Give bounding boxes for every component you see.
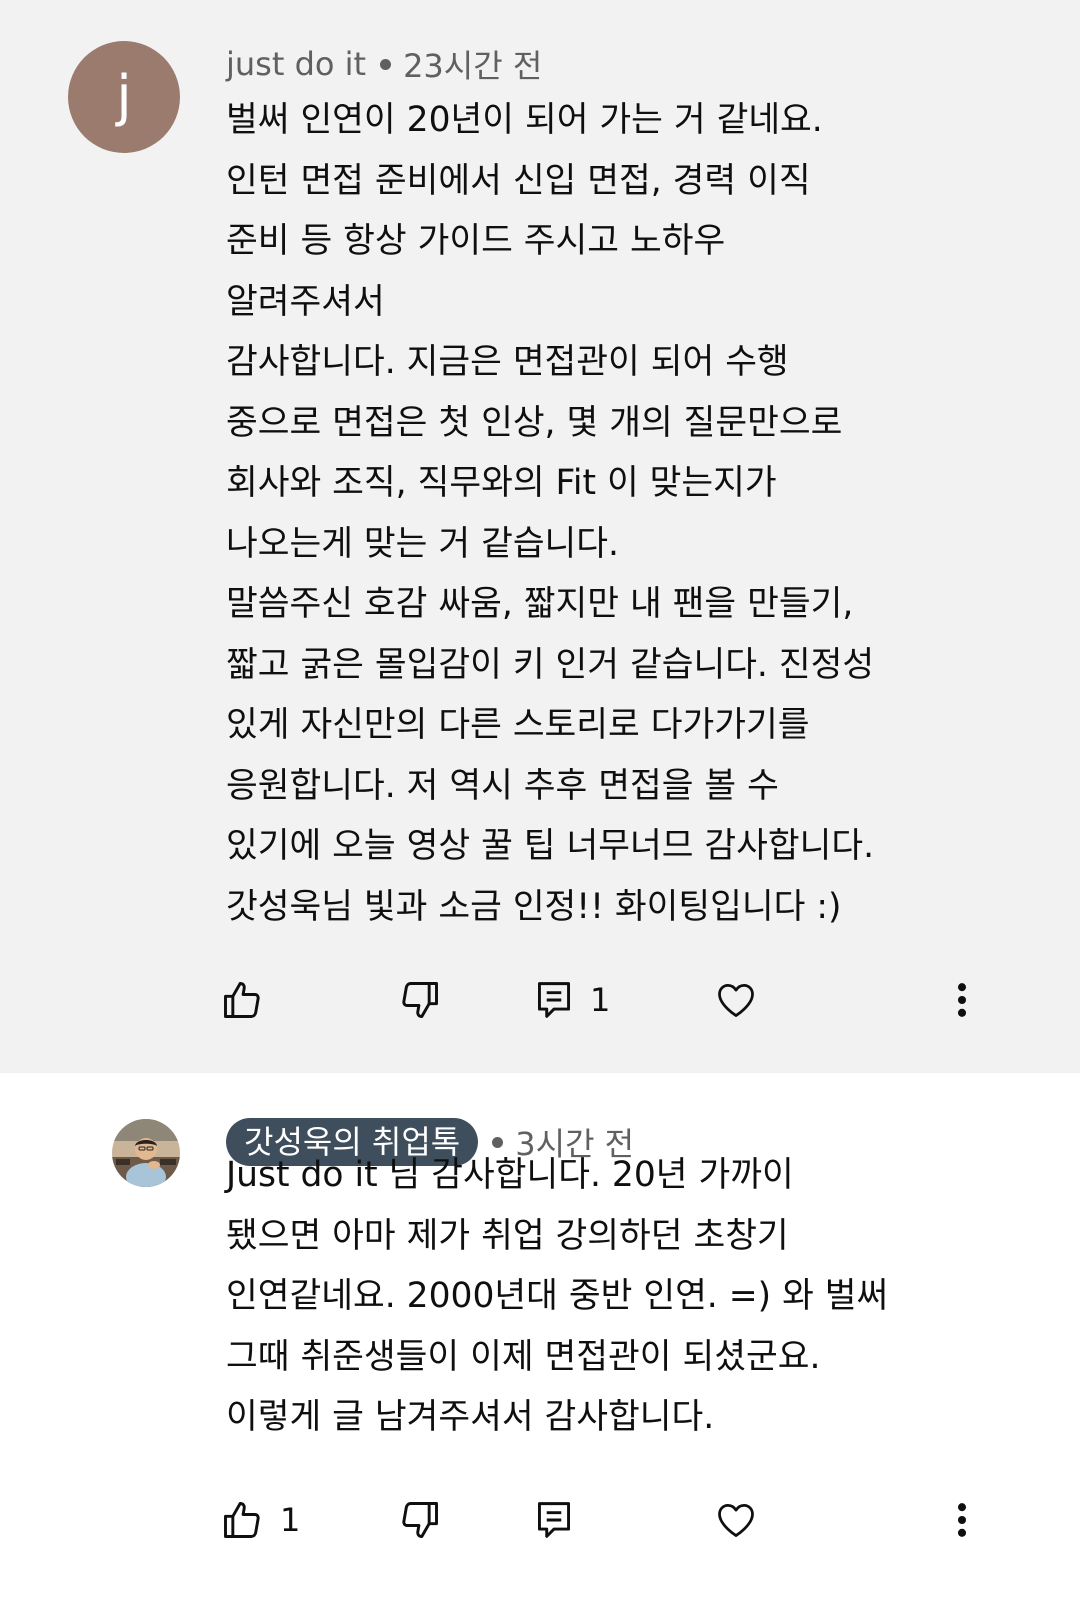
comment-line: 감사합니다. 지금은 면접관이 되어 수행 (226, 342, 789, 382)
like-count: 1 (280, 1501, 301, 1539)
like-button[interactable] (220, 970, 264, 1030)
separator-dot (380, 58, 392, 70)
comment-line: 짧고 굵은 몰입감이 키 인거 같습니다. 진정성 (226, 644, 875, 685)
comment-line: 준비 등 항상 가이드 주시고 노하우 (226, 221, 726, 261)
reply-count: 1 (590, 981, 611, 1019)
comment-actions: 1 (0, 970, 1080, 1030)
comment-text: Just do it 님 감사합니다. 20년 가까이 됐으면 아마 제가 취업… (226, 1145, 996, 1448)
reply-card: 갓성욱의 취업톡 3시간 전 Just do it 님 감사합니다. 20년 가… (0, 1073, 1080, 1607)
thumbs-up-icon (224, 982, 260, 1018)
avatar[interactable] (112, 1119, 180, 1187)
comment-line: 그때 취준생들이 이제 면접관이 되셨군요. (226, 1336, 821, 1377)
more-vertical-icon (957, 983, 967, 1017)
dislike-button[interactable] (398, 1490, 442, 1550)
thumbs-down-icon (402, 982, 438, 1018)
heart-icon (718, 983, 754, 1017)
like-button[interactable]: 1 (220, 1490, 300, 1550)
comment-line: 갓성욱님 빛과 소금 인정!! 화이팅입니다 :) (226, 886, 842, 927)
timestamp[interactable]: 23시간 전 (403, 41, 542, 87)
comment-line: 됐으면 아마 제가 취업 강의하던 초창기 (226, 1215, 789, 1256)
reply-button[interactable] (534, 1490, 574, 1550)
avatar[interactable]: j (68, 41, 180, 153)
comment-line: 중으로 면접은 첫 인상, 몇 개의 질문만으로 (226, 402, 843, 443)
heart-icon (718, 1503, 754, 1537)
thumbs-up-icon (224, 1502, 260, 1538)
comment-line: 나오는게 맞는 거 같습니다. (226, 523, 620, 564)
heart-button[interactable] (714, 1490, 758, 1550)
reply-button[interactable]: 1 (534, 970, 610, 1030)
comment-line: 응원합니다. 저 역시 추후 면접을 볼 수 (226, 765, 779, 806)
comment-line: 있기에 오늘 영상 꿀 팁 너무너므 감사합니다. (226, 826, 875, 866)
more-options-button[interactable] (950, 970, 974, 1030)
comment-line: 벌써 인연이 20년이 되어 가는 거 같네요. (226, 100, 823, 140)
comment-line: Just do it 님 감사합니다. 20년 가까이 (226, 1155, 794, 1195)
comment-actions: 1 (0, 1490, 1080, 1550)
comment-line: 있게 자신만의 다른 스토리로 다가가기를 (226, 705, 810, 745)
comment-text: 벌써 인연이 20년이 되어 가는 거 같네요. 인턴 면접 준비에서 신입 면… (226, 90, 996, 937)
comment-meta: just do it 23시간 전 (226, 40, 542, 88)
thumbs-down-icon (402, 1502, 438, 1538)
heart-button[interactable] (714, 970, 758, 1030)
more-vertical-icon (957, 1503, 967, 1537)
comment-line: 인턴 면접 준비에서 신입 면접, 경력 이직 (226, 160, 811, 201)
dislike-button[interactable] (398, 970, 442, 1030)
more-options-button[interactable] (950, 1490, 974, 1550)
comment-line: 회사와 조직, 직무와의 Fit 이 맞는지가 (226, 463, 777, 503)
comment-line: 알려주셔서 (226, 281, 385, 322)
comment-line: 말씀주신 호감 싸움, 짧지만 내 팬을 만들기, (226, 584, 854, 624)
comment-line: 인연같네요. 2000년대 중반 인연. =) 와 벌써 (226, 1276, 889, 1316)
comment-card: j just do it 23시간 전 벌써 인연이 20년이 되어 가는 거 … (0, 0, 1080, 1073)
reply-icon (538, 982, 570, 1018)
comment-line: 이렇게 글 남겨주셔서 감사합니다. (226, 1397, 715, 1437)
channel-owner-photo-icon (112, 1119, 180, 1187)
author-name[interactable]: just do it (226, 45, 366, 83)
reply-icon (538, 1502, 570, 1538)
